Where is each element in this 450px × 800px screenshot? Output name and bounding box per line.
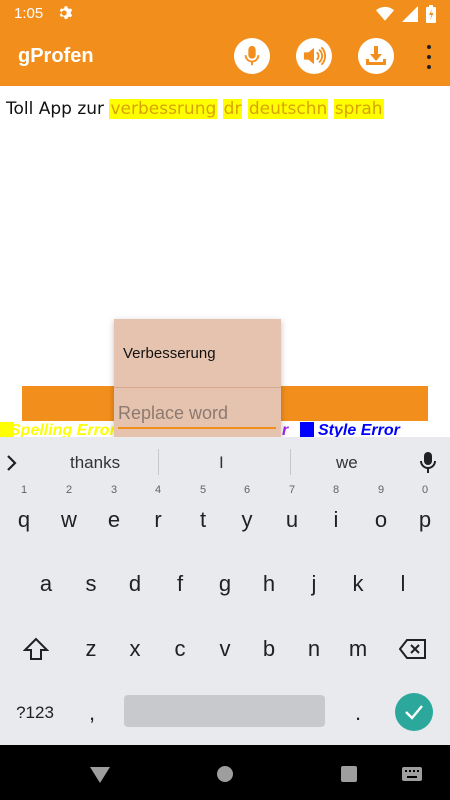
shift-icon [22,637,50,660]
speaker-icon [303,46,326,66]
status-bar: 1:05 [0,0,450,28]
keyboard-switch-icon[interactable] [402,767,422,781]
settings-gear-icon [59,6,73,19]
key-g[interactable]: g [205,561,245,607]
checkmark-icon [405,705,423,720]
period-key[interactable]: . [338,690,378,736]
recents-icon[interactable] [341,766,357,782]
key-j[interactable]: j [294,561,334,607]
app-bar: gProfen [0,28,450,86]
shift-key[interactable] [16,626,56,672]
space-bar[interactable] [124,695,325,727]
wifi-icon [376,6,394,21]
key-n[interactable]: n [294,626,334,672]
correction-popup: Verbesserung [114,319,281,437]
style-error-swatch [300,422,314,438]
download-icon [366,46,386,65]
highlighted-word[interactable]: verbessrung [109,99,218,119]
text-prefix: Toll App zur [6,99,110,119]
key-d[interactable]: d [115,561,155,607]
key-a[interactable]: a [26,561,66,607]
key-b[interactable]: b [249,626,289,672]
highlighted-word[interactable]: sprah [333,99,384,119]
key-t[interactable]: 5t [183,484,223,543]
suggestion-strip: thanks I we [0,437,450,489]
cell-signal-icon [402,6,418,22]
highlighted-word[interactable]: dr [222,99,243,119]
key-i[interactable]: 8i [316,484,356,543]
backspace-icon [398,639,426,659]
key-s[interactable]: s [71,561,111,607]
key-o[interactable]: 9o [361,484,401,543]
key-k[interactable]: k [338,561,378,607]
highlighted-word[interactable]: deutschn [247,99,329,119]
download-button[interactable] [358,38,394,74]
overflow-menu-icon[interactable] [426,45,432,69]
key-r[interactable]: 4r [138,484,178,543]
back-icon[interactable] [90,767,110,783]
suggestion-item[interactable]: thanks [70,453,120,473]
voice-input-icon[interactable] [420,451,436,475]
system-nav-bar [0,745,450,800]
suggestion-item[interactable]: I [219,453,224,473]
key-u[interactable]: 7u [272,484,312,543]
popup-divider [114,387,281,388]
replace-word-input[interactable] [118,399,276,429]
symbols-key[interactable]: ?123 [10,690,60,736]
status-icons [376,5,436,23]
speaker-button[interactable] [296,38,332,74]
chevron-right-icon[interactable] [4,453,20,473]
key-h[interactable]: h [249,561,289,607]
suggestion-divider [158,449,159,475]
comma-key[interactable]: , [72,690,112,736]
key-l[interactable]: l [383,561,423,607]
microphone-icon [244,45,260,66]
key-p[interactable]: 0p [405,484,445,543]
battery-icon [426,5,436,23]
suggestion-item[interactable]: we [336,453,358,473]
home-icon[interactable] [217,766,233,782]
enter-button[interactable] [395,693,433,731]
suggestion-divider [290,449,291,475]
microphone-button[interactable] [234,38,270,74]
soft-keyboard: thanks I we 1q 2w 3e 4r 5t 6y 7u 8i 9o 0… [0,437,450,745]
key-w[interactable]: 2w [49,484,89,543]
key-m[interactable]: m [338,626,378,672]
app-title: gProfen [18,45,94,67]
key-x[interactable]: x [115,626,155,672]
key-q[interactable]: 1q [4,484,44,543]
backspace-key[interactable] [393,626,433,672]
checked-text: Toll App zur verbessrung dr deutschn spr… [6,99,384,119]
key-f[interactable]: f [160,561,200,607]
popup-title: Verbesserung [123,345,216,362]
status-time: 1:05 [14,5,44,22]
key-c[interactable]: c [160,626,200,672]
key-e[interactable]: 3e [94,484,134,543]
key-y[interactable]: 6y [227,484,267,543]
key-z[interactable]: z [71,626,111,672]
key-v[interactable]: v [205,626,245,672]
